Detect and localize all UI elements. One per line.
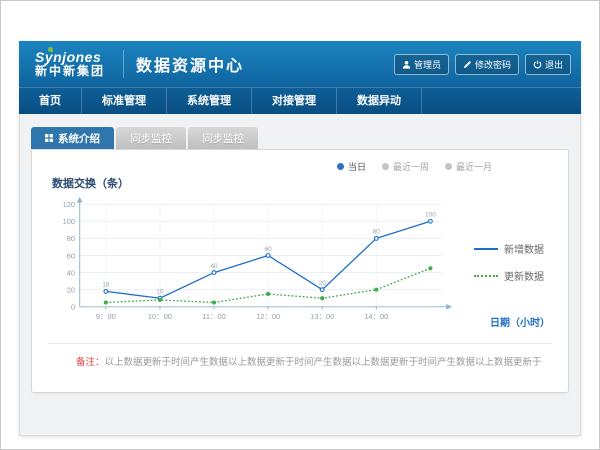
main-nav: 首页 标准管理 系统管理 对接管理 数据异动	[19, 87, 581, 114]
header-divider	[123, 50, 124, 78]
svg-text:100: 100	[425, 212, 436, 219]
admin-button[interactable]: 管理员	[394, 54, 449, 75]
svg-text:60: 60	[67, 251, 75, 260]
series-legend: 新增数据 更新数据	[464, 241, 552, 283]
logo-leaf-icon	[48, 47, 53, 52]
logout-button[interactable]: 退出	[525, 54, 571, 75]
svg-text:100: 100	[63, 217, 75, 226]
svg-text:14：00: 14：00	[364, 312, 388, 321]
svg-text:18: 18	[102, 282, 110, 289]
nav-item-data-change[interactable]: 数据异动	[337, 88, 422, 114]
svg-text:12：00: 12：00	[256, 312, 280, 321]
svg-text:20: 20	[67, 285, 75, 294]
filter-today[interactable]: 当日	[337, 160, 366, 173]
legend-dot	[382, 163, 389, 170]
svg-text:40: 40	[210, 263, 218, 270]
svg-text:0: 0	[71, 303, 75, 312]
filter-last-month[interactable]: 最近一月	[445, 160, 492, 173]
brand-logo-en: Synjones	[35, 50, 105, 65]
brand-logo-cn: 新中新集团	[35, 65, 105, 78]
legend-dot	[337, 163, 344, 170]
line-chart: 0 20 40 60 80 100 120 9：00 10：00 11：00 12：00 13：00 1…	[48, 193, 464, 335]
user-icon	[402, 60, 411, 69]
svg-text:20: 20	[319, 280, 327, 287]
svg-text:80: 80	[67, 234, 75, 243]
footnote: 备注：以上数据更新于时间产生数据以上数据更新于时间产生数据以上数据更新于时间产生…	[48, 343, 552, 392]
tab-label: 同步监控	[130, 131, 172, 146]
filter-label: 当日	[348, 160, 366, 173]
time-filter-legend: 当日 最近一周 最近一月	[48, 160, 552, 173]
logout-label: 退出	[545, 58, 563, 71]
series-label: 更新数据	[504, 268, 544, 283]
filter-label: 最近一月	[456, 160, 492, 173]
app-header: Synjones 新中新集团 数据资源中心 管理员 修改密码 退出	[19, 41, 581, 87]
edit-icon	[463, 60, 472, 69]
legend-item-new-data[interactable]: 新增数据	[474, 241, 552, 256]
svg-text:10：00: 10：00	[148, 312, 172, 321]
nav-item-interface-mgmt[interactable]: 对接管理	[252, 88, 337, 114]
nav-item-standard-mgmt[interactable]: 标准管理	[82, 88, 167, 114]
x-axis-title: 日期（小时）	[490, 314, 550, 329]
tab-sync-monitor-1[interactable]: 同步监控	[116, 127, 186, 149]
note-text: 以上数据更新于时间产生数据以上数据更新于时间产生数据以上数据更新于时间产生数据以…	[105, 357, 542, 368]
legend-dot	[445, 163, 452, 170]
nav-item-system-mgmt[interactable]: 系统管理	[167, 88, 252, 114]
page-frame: Synjones 新中新集团 数据资源中心 管理员 修改密码 退出	[0, 0, 600, 450]
note-label: 备注：	[76, 357, 105, 368]
tab-sync-monitor-2[interactable]: 同步监控	[188, 127, 258, 149]
grid-icon	[45, 134, 53, 142]
filter-last-week[interactable]: 最近一周	[382, 160, 429, 173]
series-line-sample	[474, 248, 498, 250]
svg-text:9：00: 9：00	[96, 312, 116, 321]
change-password-label: 修改密码	[475, 58, 511, 71]
change-password-button[interactable]: 修改密码	[455, 54, 519, 75]
tab-label: 系统介绍	[58, 131, 100, 146]
filter-label: 最近一周	[393, 160, 429, 173]
legend-item-updated-data[interactable]: 更新数据	[474, 268, 552, 283]
power-icon	[533, 60, 542, 69]
svg-text:11：00: 11：00	[202, 312, 225, 321]
chart-panel: 当日 最近一周 最近一月 数据交换（条） 0 20 40 60 80 100 120 9：00…	[31, 149, 569, 393]
app-window: Synjones 新中新集团 数据资源中心 管理员 修改密码 退出	[19, 41, 581, 436]
svg-text:60: 60	[264, 246, 272, 253]
brand-logo: Synjones 新中新集团	[29, 50, 111, 77]
tab-system-intro[interactable]: 系统介绍	[31, 127, 114, 149]
svg-text:120: 120	[63, 200, 75, 209]
svg-text:80: 80	[373, 229, 381, 236]
svg-text:40: 40	[67, 268, 75, 277]
svg-text:13：00: 13：00	[310, 312, 334, 321]
tab-bar: 系统介绍 同步监控 同步监控	[31, 127, 569, 149]
page-title: 数据资源中心	[136, 52, 244, 76]
series-line-sample	[474, 275, 498, 277]
tab-label: 同步监控	[202, 131, 244, 146]
svg-text:10: 10	[156, 289, 164, 296]
admin-button-label: 管理员	[414, 58, 441, 71]
user-actions: 管理员 修改密码 退出	[394, 54, 571, 75]
chart-area: 0 20 40 60 80 100 120 9：00 10：00 11：00 12：00 13：00 1…	[48, 193, 552, 335]
series-label: 新增数据	[504, 241, 544, 256]
y-axis-title: 数据交换（条）	[52, 175, 552, 191]
nav-item-home[interactable]: 首页	[19, 88, 82, 114]
content-area: 系统介绍 同步监控 同步监控 当日 最近一周 最近一月 数据交换（条） 0 20 4…	[19, 114, 581, 436]
